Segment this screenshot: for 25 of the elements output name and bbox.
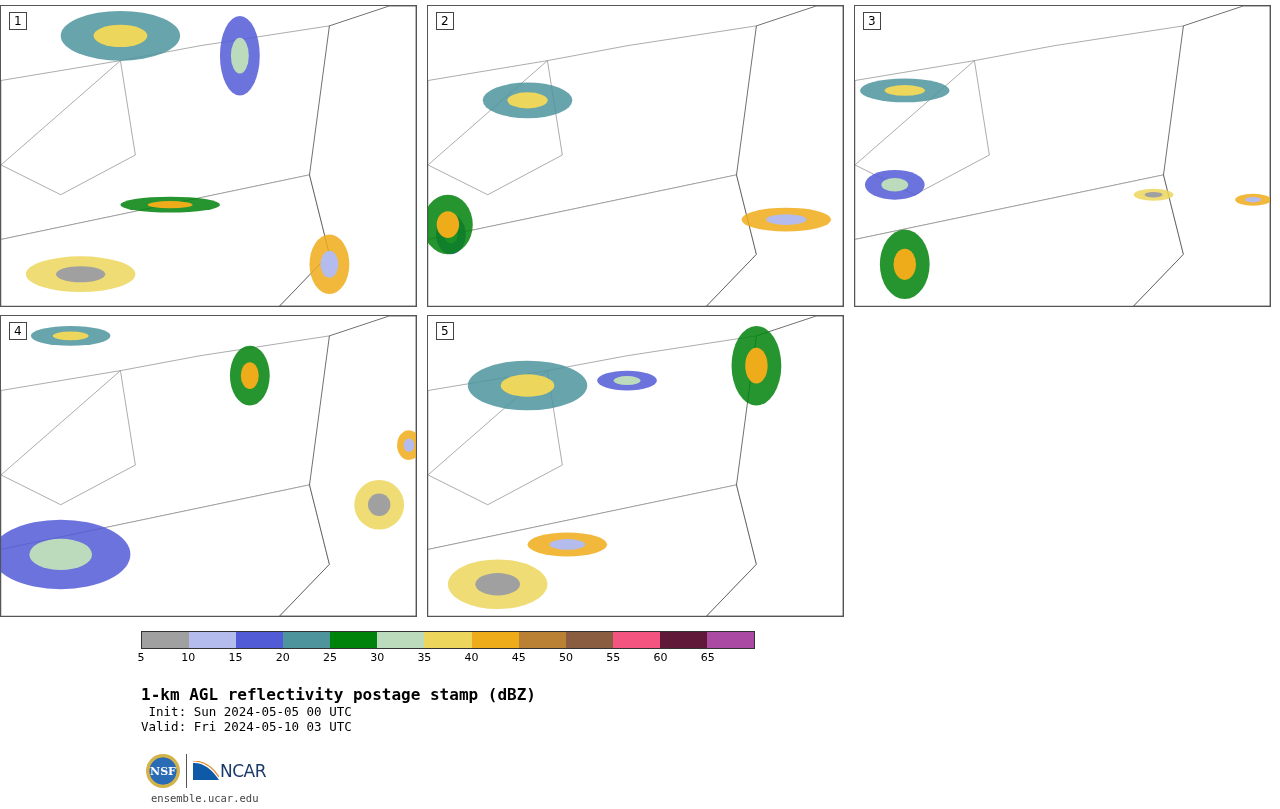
tick-label: 60 (653, 651, 668, 664)
tick-label: 45 (511, 651, 526, 664)
tick-label: 35 (417, 651, 432, 664)
panel-number: 5 (436, 322, 454, 340)
tick-label: 15 (228, 651, 243, 664)
chart-title: 1-km AGL reflectivity postage stamp (dBZ) (141, 685, 537, 704)
seal-logo: NSF (146, 754, 180, 788)
tick-label: 50 (559, 651, 574, 664)
tick-label: 25 (322, 651, 337, 664)
tick-label: 65 (700, 651, 715, 664)
panel-number: 1 (9, 12, 27, 30)
tick-label: 5 (137, 651, 145, 664)
panel-number: 2 (436, 12, 454, 30)
panel-number: 4 (9, 322, 27, 340)
valid-time: Valid: Fri 2024-05-10 03 UTC (141, 719, 353, 734)
tick-label: 30 (370, 651, 385, 664)
panel-number: 3 (863, 12, 881, 30)
tick-label: 20 (275, 651, 290, 664)
tick-label: 10 (181, 651, 196, 664)
init-time: Init: Sun 2024-05-05 00 UTC (147, 704, 353, 719)
tick-label: 40 (464, 651, 479, 664)
logo-wordmark: NCAR (220, 761, 267, 781)
tick-label: 55 (606, 651, 621, 664)
site-url: ensemble.ucar.edu (151, 792, 260, 804)
swoosh-icon (193, 761, 219, 781)
